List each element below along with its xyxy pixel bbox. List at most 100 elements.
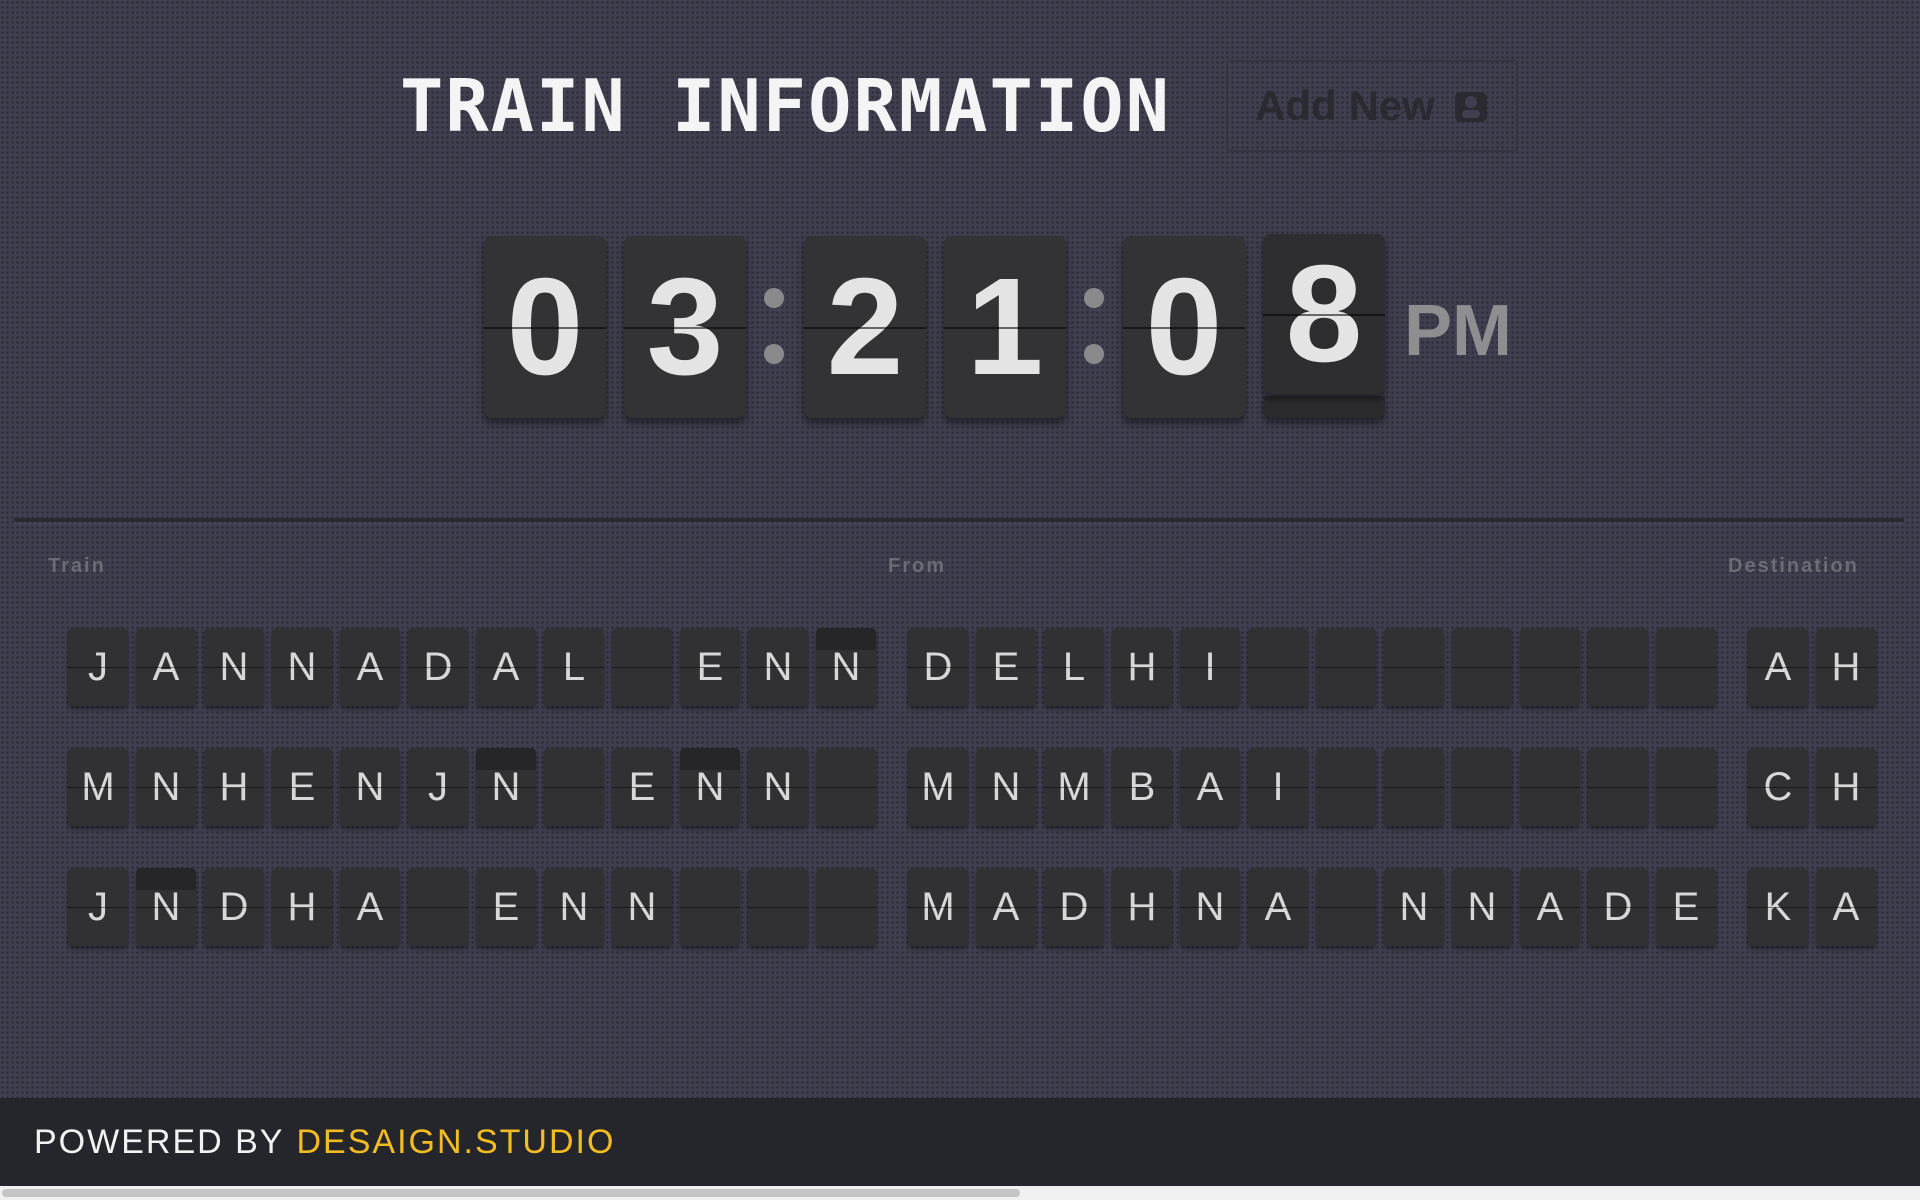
train-char-tile xyxy=(680,868,740,946)
from-char-tile: N xyxy=(976,748,1036,826)
train-char-tile: A xyxy=(340,868,400,946)
from-char-tile xyxy=(1384,748,1444,826)
scrollbar-thumb[interactable] xyxy=(2,1189,1020,1197)
footer: POWERED BY DESAIGN.STUDIO xyxy=(0,1098,1920,1186)
train-char-tile: E xyxy=(272,748,332,826)
flip-clock: 0 3 2 1 0 8 PM xyxy=(0,234,1920,420)
train-char-tile: J xyxy=(68,868,128,946)
train-char-tile: N xyxy=(272,628,332,706)
train-char-tile: D xyxy=(204,868,264,946)
footer-brand-link[interactable]: DESAIGN.STUDIO xyxy=(296,1123,615,1162)
column-header-train: Train xyxy=(48,555,106,577)
divider xyxy=(14,518,1904,522)
page-title: TRAIN INFORMATION xyxy=(400,64,1171,148)
train-char-tile xyxy=(408,868,468,946)
from-char-tile: D xyxy=(1044,868,1104,946)
from-char-tile xyxy=(1248,628,1308,706)
from-char-tile: I xyxy=(1180,628,1240,706)
user-plus-icon xyxy=(1453,86,1489,126)
from-char-tile xyxy=(1316,628,1376,706)
board-row: JANNADAL ENNDELHI AH xyxy=(0,628,1920,708)
departure-board: JANNADAL ENNDELHI AHMNHENJN ENN MNMBAI C… xyxy=(0,628,1920,948)
destination-char-tile: K xyxy=(1748,868,1808,946)
train-char-tile: H xyxy=(272,868,332,946)
train-char-tile xyxy=(816,868,876,946)
destination-char-tile: C xyxy=(1748,748,1808,826)
from-char-tile: H xyxy=(1112,628,1172,706)
train-char-tile: M xyxy=(68,748,128,826)
clock-flap-under xyxy=(1263,396,1385,418)
from-char-tile xyxy=(1384,628,1444,706)
from-char-tile: E xyxy=(1656,868,1716,946)
from-char-tile xyxy=(1520,628,1580,706)
from-char-tile xyxy=(1656,628,1716,706)
train-char-tile: J xyxy=(408,748,468,826)
train-char-tile: A xyxy=(476,628,536,706)
train-char-tile: E xyxy=(680,628,740,706)
train-char-tile: N xyxy=(340,748,400,826)
from-char-tile: I xyxy=(1248,748,1308,826)
from-char-tile: E xyxy=(976,628,1036,706)
clock-second-ones: 8 xyxy=(1263,234,1385,394)
from-char-tile xyxy=(1452,628,1512,706)
clock-meridiem: PM xyxy=(1404,291,1512,371)
from-char-tile: N xyxy=(1452,868,1512,946)
from-char-tile xyxy=(1588,748,1648,826)
from-char-tile xyxy=(1520,748,1580,826)
train-char-tile xyxy=(748,868,808,946)
train-char-tile: J xyxy=(68,628,128,706)
from-char-tile: B xyxy=(1112,748,1172,826)
train-char-tile: N xyxy=(476,748,536,826)
from-char-tile xyxy=(1316,748,1376,826)
footer-prefix: POWERED BY xyxy=(34,1122,285,1161)
add-new-button-label: Add New xyxy=(1255,82,1435,129)
clock-hour-ones: 3 xyxy=(624,236,746,418)
destination-char-tile: H xyxy=(1816,628,1876,706)
add-new-button[interactable]: Add New xyxy=(1226,60,1518,152)
destination-char-tile: A xyxy=(1748,628,1808,706)
train-char-tile: N xyxy=(680,748,740,826)
from-char-tile: M xyxy=(1044,748,1104,826)
train-char-tile: D xyxy=(408,628,468,706)
train-char-tile xyxy=(612,628,672,706)
from-char-tile: N xyxy=(1180,868,1240,946)
from-char-tile: A xyxy=(976,868,1036,946)
from-char-tile: M xyxy=(908,868,968,946)
train-char-tile: N xyxy=(748,748,808,826)
from-char-tile: H xyxy=(1112,868,1172,946)
clock-colon xyxy=(1082,288,1104,368)
from-char-tile: M xyxy=(908,748,968,826)
train-char-tile: N xyxy=(612,868,672,946)
train-char-tile: E xyxy=(476,868,536,946)
from-char-tile: A xyxy=(1520,868,1580,946)
from-char-tile: A xyxy=(1180,748,1240,826)
destination-char-tile: H xyxy=(1816,748,1876,826)
train-char-tile: N xyxy=(544,868,604,946)
column-header-from: From xyxy=(888,555,946,577)
clock-minute-ones: 1 xyxy=(944,236,1066,418)
horizontal-scrollbar[interactable] xyxy=(0,1186,1920,1200)
from-char-tile xyxy=(1588,628,1648,706)
train-char-tile: L xyxy=(544,628,604,706)
column-header-destination: Destination xyxy=(1728,555,1859,577)
train-char-tile: N xyxy=(816,628,876,706)
from-char-tile xyxy=(1316,868,1376,946)
train-char-tile: A xyxy=(136,628,196,706)
from-char-tile: D xyxy=(908,628,968,706)
board-row: MNHENJN ENN MNMBAI CH xyxy=(0,748,1920,828)
from-char-tile xyxy=(1452,748,1512,826)
destination-char-tile: A xyxy=(1816,868,1876,946)
clock-second-tens: 0 xyxy=(1123,236,1245,418)
board-row: JNDHA ENN MADHNA NNADEKA xyxy=(0,868,1920,948)
train-char-tile: N xyxy=(204,628,264,706)
from-char-tile xyxy=(1656,748,1716,826)
train-char-tile: E xyxy=(612,748,672,826)
from-char-tile: N xyxy=(1384,868,1444,946)
from-char-tile: L xyxy=(1044,628,1104,706)
train-char-tile xyxy=(544,748,604,826)
clock-hour-tens: 0 xyxy=(484,236,606,418)
train-char-tile: H xyxy=(204,748,264,826)
train-char-tile: N xyxy=(136,748,196,826)
train-char-tile xyxy=(816,748,876,826)
header: TRAIN INFORMATION Add New xyxy=(0,58,1920,158)
